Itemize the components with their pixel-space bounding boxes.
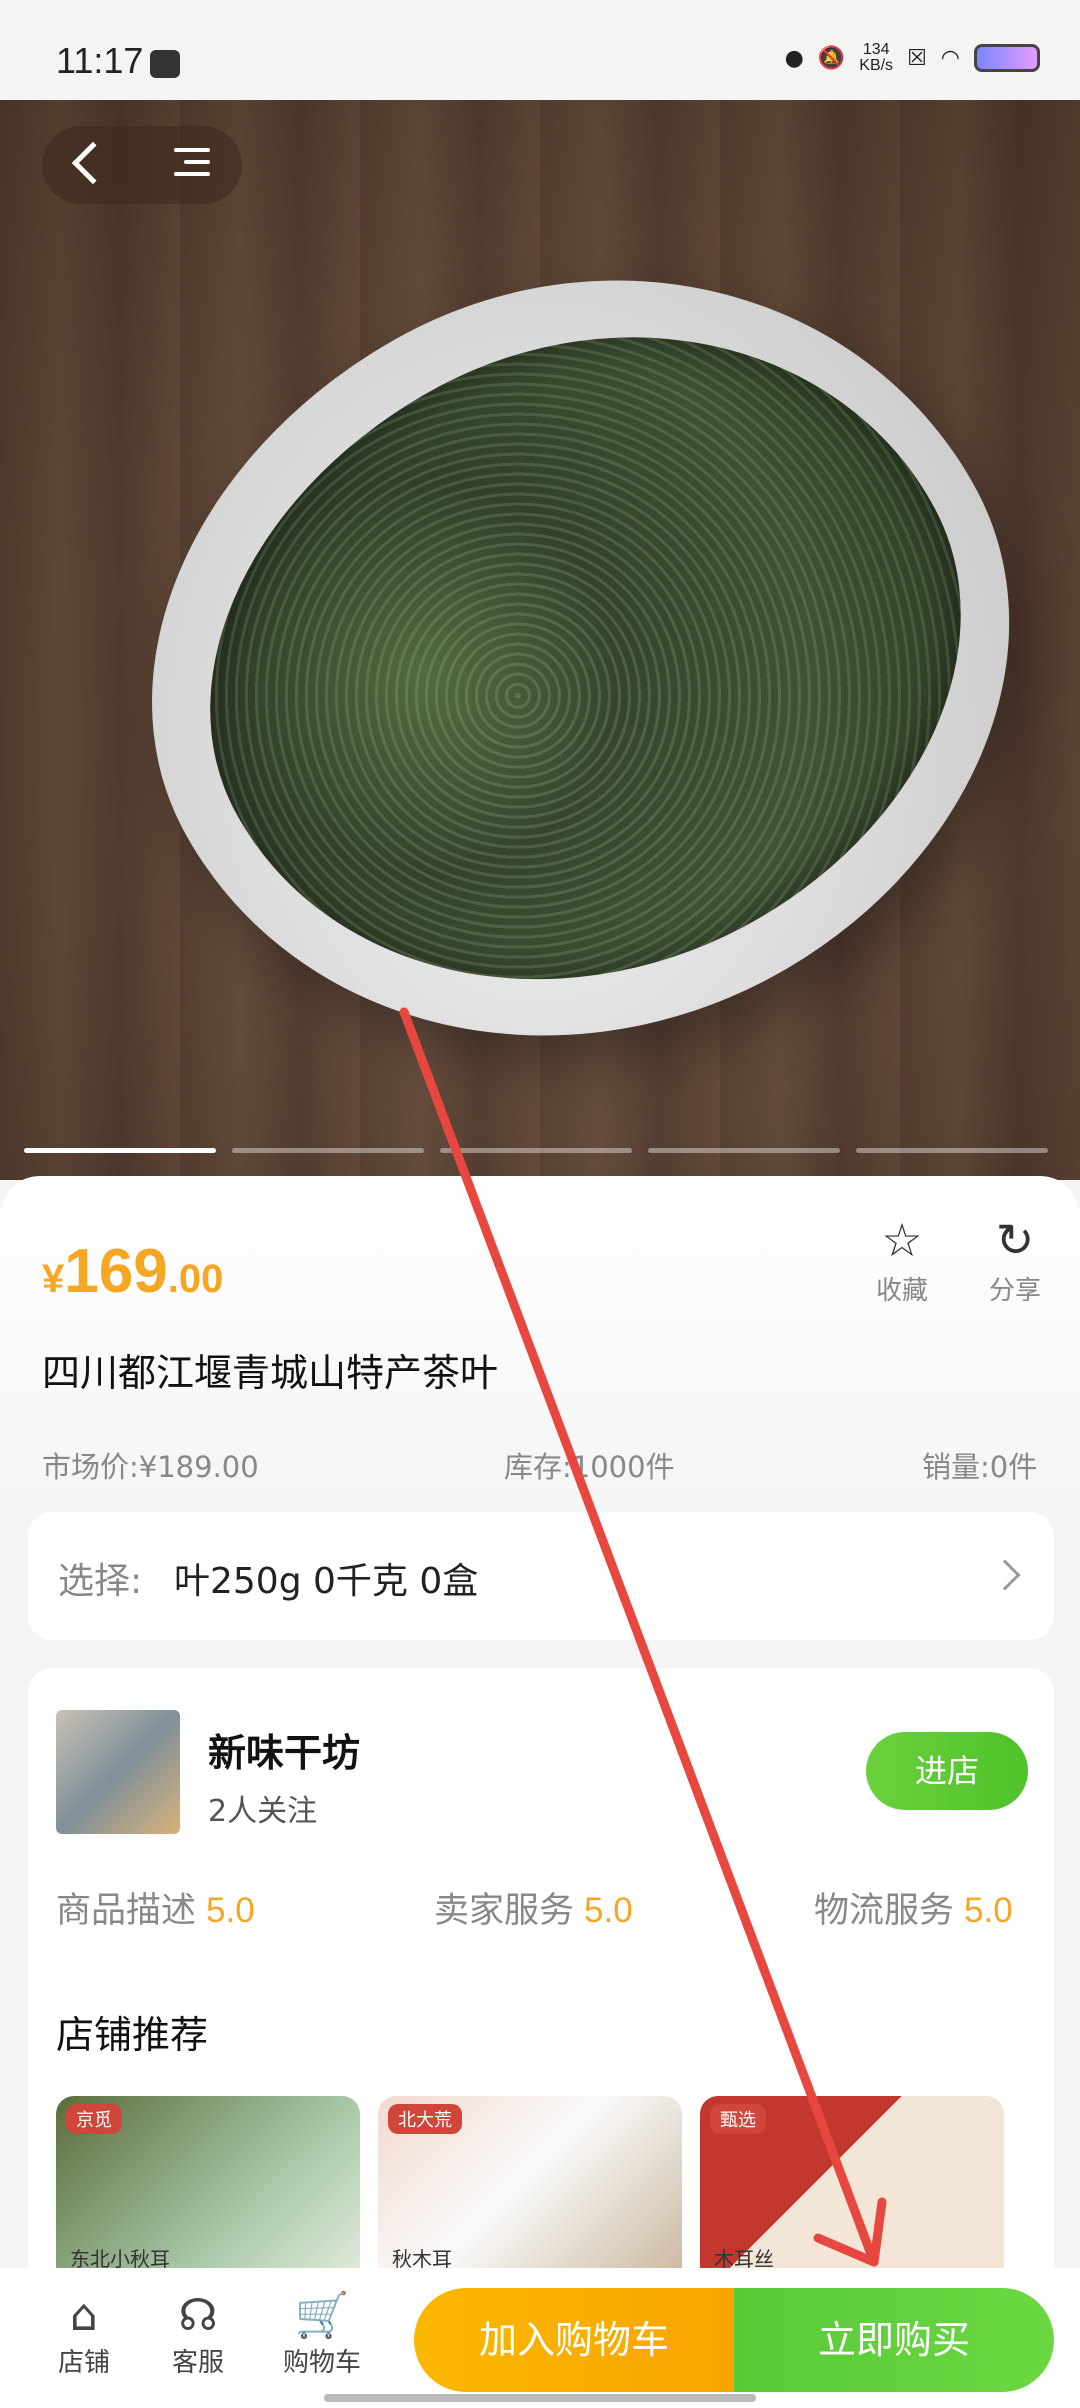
tea-bowl-image: [26, 131, 1080, 1180]
status-time: 11:17: [56, 40, 144, 81]
shop-avatar[interactable]: [56, 1710, 180, 1834]
shop-name: 新味干坊: [208, 1731, 361, 1775]
chevron-right-icon: [989, 1559, 1021, 1591]
recommend-tag: 甄选: [710, 2104, 766, 2134]
product-title: 四川都江堰青城山特产茶叶: [42, 1351, 499, 1395]
wifi-icon: ◠: [940, 45, 960, 71]
price: ¥169.00: [42, 1236, 223, 1307]
product-image[interactable]: [0, 100, 1080, 1180]
recommend-item[interactable]: 北大荒 秋木耳: [378, 2096, 682, 2296]
market-price: 市场价:¥189.00: [42, 1450, 259, 1484]
rating-service: 卖家服务 5.0: [434, 1882, 633, 1933]
shop-recommend-title: 店铺推荐: [56, 2013, 209, 2057]
spec-value: 叶250g 0千克 0盒: [174, 1561, 479, 1602]
tab-shop-label: 店铺: [57, 2348, 110, 2378]
tab-cart[interactable]: 🛒 购物车: [272, 2290, 372, 2379]
tab-service[interactable]: ☊ 客服: [148, 2290, 248, 2379]
cart-icon: 🛒: [294, 2290, 350, 2341]
rating-label: 卖家服务: [434, 1891, 575, 1931]
image-indicator: [856, 1148, 1048, 1153]
enter-shop-button[interactable]: 进店: [866, 1732, 1028, 1810]
tea-leaves-image: [103, 207, 1067, 1113]
share-label: 分享: [988, 1276, 1041, 1306]
rating-description: 商品描述 5.0: [56, 1882, 255, 1933]
tab-cart-label: 购物车: [282, 2348, 361, 2378]
image-indicators: [24, 1148, 1048, 1153]
rating-score: 5.0: [584, 1891, 633, 1930]
sales: 销量:0件: [922, 1450, 1038, 1484]
recommend-tag: 京觅: [66, 2104, 122, 2134]
spec-label: 选择:: [58, 1561, 143, 1602]
image-indicator: [232, 1148, 424, 1153]
share-icon: ↻: [995, 1213, 1035, 1267]
star-icon: ☆: [881, 1213, 923, 1267]
rating-label: 商品描述: [56, 1891, 197, 1931]
spec-selector[interactable]: 选择: 叶250g 0千克 0盒: [28, 1512, 1054, 1640]
price-decimal: .00: [167, 1257, 224, 1301]
tab-service-label: 客服: [171, 2348, 224, 2378]
menu-icon[interactable]: [174, 148, 210, 180]
recommend-item[interactable]: 京觅 东北小秋耳: [56, 2096, 360, 2296]
rating-logistics: 物流服务 5.0: [814, 1882, 1013, 1933]
store-icon: ⌂: [70, 2290, 98, 2341]
rating-score: 5.0: [206, 1891, 255, 1930]
rating-label: 物流服务: [814, 1891, 955, 1931]
recommend-list: 京觅 东北小秋耳 北大荒 秋木耳 甄选 木耳丝: [56, 2096, 1004, 2296]
image-indicator: [440, 1148, 632, 1153]
message-icon: [150, 50, 180, 78]
image-indicator: [24, 1148, 216, 1153]
battery-icon: [974, 44, 1040, 72]
rating-score: 5.0: [964, 1891, 1013, 1930]
favorite-label: 收藏: [875, 1276, 928, 1306]
status-bar: 11:17 ● 🔕 134 KB/s ☒ ◠: [0, 0, 1080, 100]
bottom-action-bar: ⌂ 店铺 ☊ 客服 🛒 购物车 加入购物车 立即购买: [0, 2268, 1080, 2408]
headset-icon: ☊: [178, 2290, 218, 2341]
price-symbol: ¥: [42, 1257, 65, 1301]
net-speed: 134 KB/s: [859, 42, 893, 74]
share-button[interactable]: ↻ 分享: [975, 1210, 1055, 1307]
stock: 库存:1000件: [504, 1450, 675, 1484]
price-integer: 169: [64, 1237, 168, 1306]
add-to-cart-button[interactable]: 加入购物车: [414, 2288, 734, 2392]
status-icons: ● 🔕 134 KB/s ☒ ◠: [785, 42, 1040, 74]
recommend-item[interactable]: 甄选 木耳丝: [700, 2096, 1004, 2296]
favorite-button[interactable]: ☆ 收藏: [862, 1210, 942, 1307]
product-info-card: ¥169.00 ☆ 收藏 ↻ 分享 四川都江堰青城山特产茶叶 市场价:¥189.…: [0, 1176, 1080, 1506]
mute-icon: 🔕: [817, 45, 846, 71]
nav-pill: [42, 126, 242, 204]
recommend-tag: 北大荒: [388, 2104, 462, 2134]
close-notification-icon: ☒: [907, 45, 927, 71]
home-indicator: [324, 2394, 756, 2402]
net-speed-unit: KB/s: [859, 57, 894, 74]
net-speed-value: 134: [862, 41, 890, 58]
shop-followers: 2人关注: [208, 1794, 318, 1829]
tab-shop[interactable]: ⌂ 店铺: [34, 2290, 134, 2379]
image-indicator: [648, 1148, 840, 1153]
buy-now-button[interactable]: 立即购买: [734, 2288, 1054, 2392]
location-icon: ●: [784, 45, 804, 71]
